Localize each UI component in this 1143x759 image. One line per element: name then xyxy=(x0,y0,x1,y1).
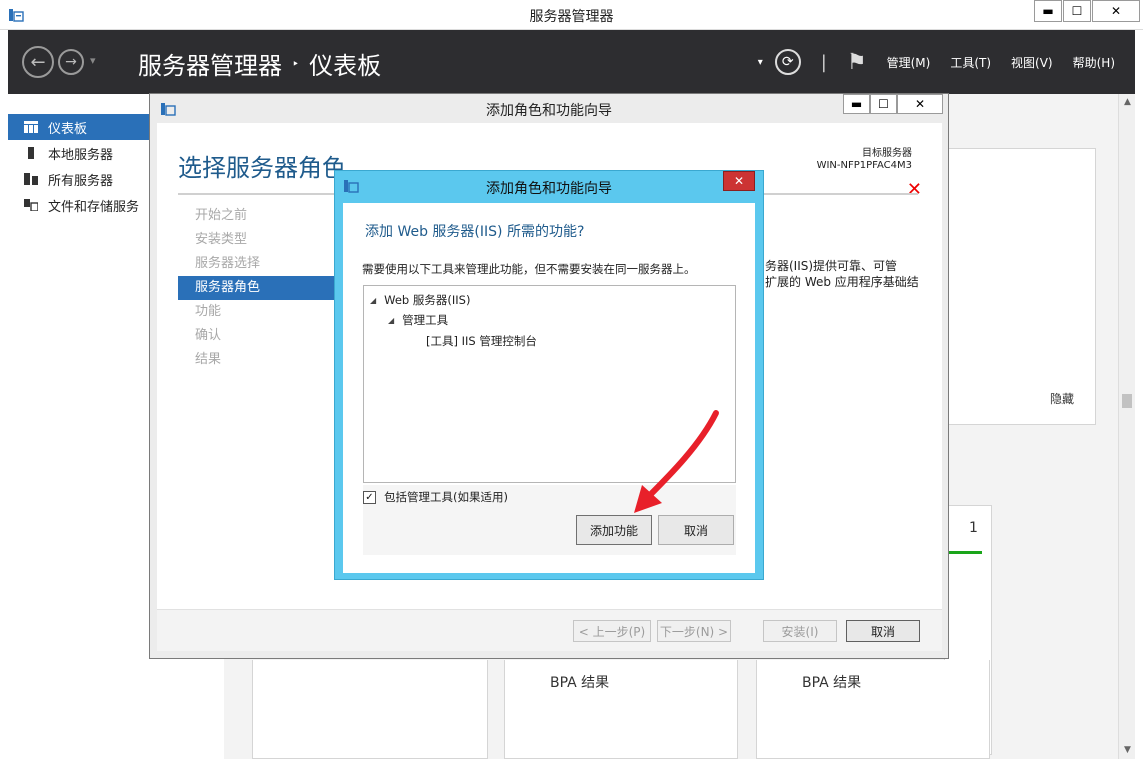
welcome-tile xyxy=(948,148,1096,425)
back-icon[interactable]: ← xyxy=(22,46,54,78)
include-tools-label: 包括管理工具(如果适用) xyxy=(384,490,508,504)
wizard-title-bar: 添加角色和功能向导 ▬ ☐ ✕ xyxy=(150,94,948,122)
breadcrumb-separator-icon: ‣ xyxy=(292,56,300,71)
menu-tools[interactable]: 工具(T) xyxy=(950,54,991,71)
warning-x-icon[interactable]: ✕ xyxy=(907,179,922,200)
file-storage-icon xyxy=(24,199,38,211)
history-dropdown-icon[interactable]: ▾ xyxy=(90,54,96,67)
wizard-cancel-button[interactable]: 取消 xyxy=(846,620,920,642)
dialog-title-bar: 添加角色和功能向导 ✕ xyxy=(335,171,763,201)
dialog-title: 添加角色和功能向导 xyxy=(486,181,612,197)
roles-list-scrollbar[interactable] xyxy=(370,668,700,680)
sidebar-item-dashboard[interactable]: 仪表板 xyxy=(8,114,150,140)
status-ok-bar xyxy=(944,551,982,554)
scroll-down-icon[interactable]: ▼ xyxy=(1119,742,1136,759)
sidebar-item-label: 本地服务器 xyxy=(48,147,114,163)
tree-item-iis-console[interactable]: [工具] IIS 管理控制台 xyxy=(426,333,537,349)
toolbar-divider: | xyxy=(820,51,827,73)
tree-item-web-server[interactable]: ◢ Web 服务器(IIS) xyxy=(370,292,470,308)
wizard-footer: < 上一步(P) 下一步(N) > 安装(I) 取消 xyxy=(157,609,942,651)
dialog-close-button[interactable]: ✕ xyxy=(723,171,755,191)
status-count: 1 xyxy=(969,520,978,536)
include-tools-checkbox[interactable]: ✓ xyxy=(363,490,376,504)
dialog-heading: 添加 Web 服务器(IIS) 所需的功能? xyxy=(365,224,585,240)
breadcrumb-current: 仪表板 xyxy=(309,52,382,80)
next-button[interactable]: 下一步(N) > xyxy=(657,620,731,642)
wizard-steps: 开始之前 安装类型 服务器选择 服务器角色 功能 确认 结果 xyxy=(178,204,338,372)
tree-item-label: Web 服务器(IIS) xyxy=(384,293,471,307)
expand-arrow-icon[interactable]: ◢ xyxy=(388,316,394,325)
step-results[interactable]: 结果 xyxy=(178,348,338,372)
dashboard-icon xyxy=(24,121,38,133)
step-confirmation[interactable]: 确认 xyxy=(178,324,338,348)
expand-arrow-icon[interactable]: ◢ xyxy=(370,296,376,305)
all-servers-icon xyxy=(24,173,38,185)
role-description: 务器(IIS)提供可靠、可管 扩展的 Web 应用程序基础结 xyxy=(765,258,925,290)
refresh-dropdown-icon[interactable]: ▾ xyxy=(758,57,763,68)
tree-item-management-tools[interactable]: ◢ 管理工具 xyxy=(388,312,448,328)
hide-link[interactable]: 隐藏 xyxy=(1050,390,1074,407)
minimize-button[interactable]: ▬ xyxy=(1034,0,1062,22)
wizard-maximize-button[interactable]: ☐ xyxy=(870,94,897,114)
app-header: ← → ▾ 服务器管理器 ‣ 仪表板 ▾ ⟳ | ⚑ 管理(M) 工具(T) 视… xyxy=(8,30,1135,94)
menu-view[interactable]: 视图(V) xyxy=(1011,54,1053,71)
target-server-name: WIN-NFP1PFAC4M3 xyxy=(816,160,912,171)
step-server-roles[interactable]: 服务器角色 xyxy=(178,276,338,300)
include-tools-checkbox-row[interactable]: ✓ 包括管理工具(如果适用) xyxy=(363,489,508,505)
scrollbar-thumb[interactable] xyxy=(1122,394,1132,408)
forward-icon[interactable]: → xyxy=(58,49,84,75)
maximize-button[interactable]: ☐ xyxy=(1063,0,1091,22)
wizard-minimize-button[interactable]: ▬ xyxy=(843,94,870,114)
wizard-title: 添加角色和功能向导 xyxy=(486,103,612,119)
description-line: 务器(IIS)提供可靠、可管 xyxy=(765,259,898,273)
header-toolbar: ▾ ⟳ | ⚑ 管理(M) 工具(T) 视图(V) 帮助(H) xyxy=(758,30,1115,94)
tree-item-label: [工具] IIS 管理控制台 xyxy=(426,334,537,348)
target-server-label: 目标服务器 xyxy=(862,148,912,159)
sidebar-item-label: 文件和存储服务 xyxy=(48,199,140,215)
step-installation-type[interactable]: 安装类型 xyxy=(178,228,338,252)
refresh-icon[interactable]: ⟳ xyxy=(774,49,801,75)
step-server-selection[interactable]: 服务器选择 xyxy=(178,252,338,276)
description-line: 扩展的 Web 应用程序基础结 xyxy=(765,275,919,289)
dialog-description: 需要使用以下工具来管理此功能，但不需要安装在同一服务器上。 xyxy=(362,262,696,276)
wizard-page-title: 选择服务器角色 xyxy=(178,154,346,182)
window-title: 服务器管理器 xyxy=(529,9,614,25)
sidebar-item-label: 仪表板 xyxy=(48,121,88,137)
bpa-results-label[interactable]: BPA 结果 xyxy=(802,672,861,692)
breadcrumb: 服务器管理器 ‣ 仪表板 xyxy=(138,46,381,81)
scroll-up-icon[interactable]: ▲ xyxy=(1119,94,1136,111)
previous-button[interactable]: < 上一步(P) xyxy=(573,620,651,642)
menu-manage[interactable]: 管理(M) xyxy=(887,54,931,71)
sidebar-item-label: 所有服务器 xyxy=(48,173,114,189)
close-button[interactable]: ✕ xyxy=(1092,0,1140,22)
menu-help[interactable]: 帮助(H) xyxy=(1073,54,1115,71)
local-server-icon xyxy=(28,147,34,159)
step-features[interactable]: 功能 xyxy=(178,300,338,324)
notifications-flag-icon[interactable]: ⚑ xyxy=(847,50,867,75)
annotation-arrow-icon xyxy=(634,410,719,513)
main-title-bar: 服务器管理器 ▬ ☐ ✕ xyxy=(0,0,1143,30)
role-tile-3[interactable] xyxy=(756,660,990,759)
step-before-you-begin[interactable]: 开始之前 xyxy=(178,204,338,228)
install-button[interactable]: 安装(I) xyxy=(763,620,837,642)
breadcrumb-root[interactable]: 服务器管理器 xyxy=(138,46,282,81)
vertical-scrollbar[interactable]: ▲ ▼ xyxy=(1118,94,1135,759)
tree-item-label: 管理工具 xyxy=(402,313,449,327)
wizard-close-button[interactable]: ✕ xyxy=(897,94,943,114)
target-server-info: 目标服务器 WIN-NFP1PFAC4M3 xyxy=(817,148,912,172)
